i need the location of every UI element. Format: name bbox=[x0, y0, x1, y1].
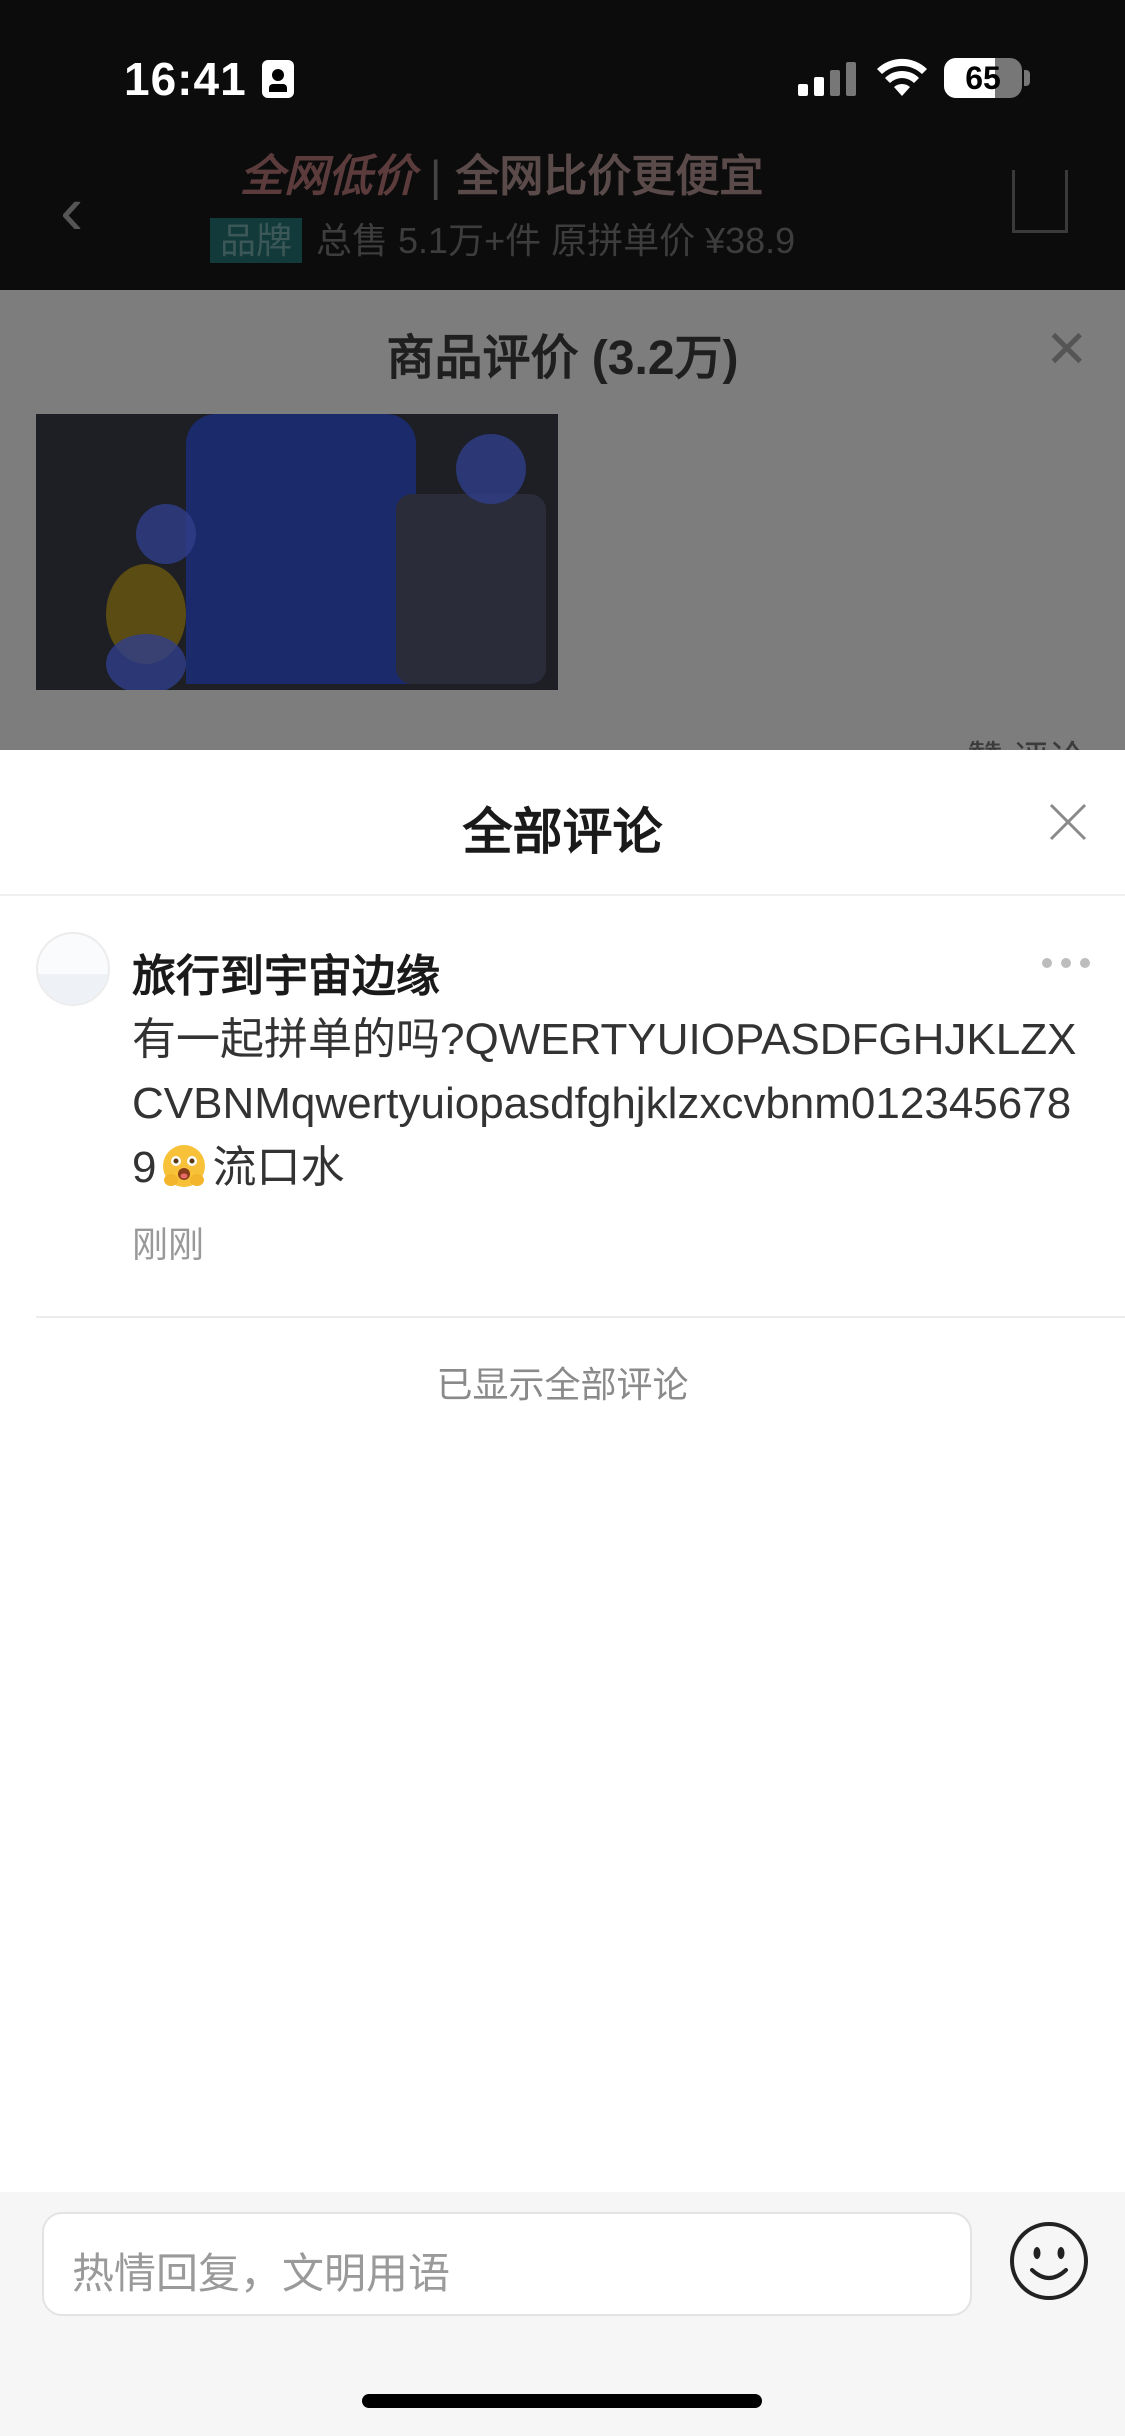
comment-time: 刚刚 bbox=[132, 1224, 205, 1265]
reply-input[interactable]: 热情回复，文明用语 bbox=[42, 2212, 972, 2316]
battery-tip bbox=[1024, 70, 1030, 86]
promo-separator: | bbox=[430, 152, 442, 201]
comment-username[interactable]: 旅行到宇宙边缘 bbox=[132, 940, 440, 1004]
contact-badge-icon bbox=[262, 60, 294, 98]
status-bar: 16:41 65 bbox=[0, 0, 1125, 150]
comment-item: 旅行到宇宙边缘 有一起拼单的吗?QWERTYUIOPASDFGHJKLZXCVB… bbox=[0, 894, 1125, 1318]
drooling-face-icon bbox=[163, 1145, 206, 1187]
reply-placeholder: 热情回复，文明用语 bbox=[72, 2250, 451, 2297]
photo-blur bbox=[106, 634, 186, 690]
wifi-icon bbox=[877, 58, 927, 96]
status-time: 16:41 bbox=[124, 53, 247, 105]
divider bbox=[36, 1316, 1125, 1318]
brand-tag: 品牌 bbox=[210, 218, 303, 263]
battery-percent: 65 bbox=[965, 60, 1001, 96]
avatar[interactable] bbox=[36, 932, 110, 1006]
close-icon[interactable] bbox=[1048, 802, 1088, 842]
photo-package-shape bbox=[396, 494, 546, 684]
review-panel: 商品评价 (3.2万) ✕ 赞 评论 bbox=[0, 290, 1125, 779]
comment-body-suffix: 流口水 bbox=[212, 1143, 345, 1192]
emoji-icon[interactable] bbox=[1008, 2220, 1090, 2302]
sheet-header: 全部评论 bbox=[0, 750, 1125, 896]
photo-can-shape bbox=[186, 414, 416, 684]
end-of-comments-text: 已显示全部评论 bbox=[436, 1364, 689, 1405]
comment-text: 有一起拼单的吗?QWERTYUIOPASDFGHJKLZXCVBNMqwerty… bbox=[132, 1008, 1092, 1200]
photo-blur bbox=[456, 434, 526, 504]
more-options-icon[interactable] bbox=[1042, 958, 1090, 970]
review-close-icon[interactable]: ✕ bbox=[1045, 320, 1089, 380]
promo-prefix: 全网 bbox=[240, 152, 328, 201]
promo-text: 全网比价更便宜 bbox=[455, 152, 764, 201]
photo-blur bbox=[136, 504, 196, 564]
promo-highlight: 低价 bbox=[328, 152, 416, 201]
sales-text: 总售 5.1万+件 原拼单价 ¥38.9 bbox=[316, 220, 796, 261]
promo-banner: 全网低价 | 全网比价更便宜 bbox=[240, 140, 763, 204]
battery-icon: 65 bbox=[944, 58, 1022, 98]
back-icon[interactable]: ‹ bbox=[60, 170, 83, 250]
share-icon[interactable] bbox=[1012, 170, 1068, 233]
home-indicator[interactable] bbox=[362, 2394, 762, 2408]
sales-info: 品牌 总售 5.1万+件 原拼单价 ¥38.9 bbox=[210, 212, 795, 264]
sheet-title: 全部评论 bbox=[462, 804, 663, 860]
review-title: 商品评价 (3.2万) bbox=[386, 332, 739, 385]
review-photo[interactable] bbox=[36, 414, 558, 690]
comments-sheet: 全部评论 旅行到宇宙边缘 有一起拼单的吗?QWERTYUIOPASDFGHJKL… bbox=[0, 750, 1125, 2436]
cellular-signal-icon bbox=[798, 62, 858, 96]
